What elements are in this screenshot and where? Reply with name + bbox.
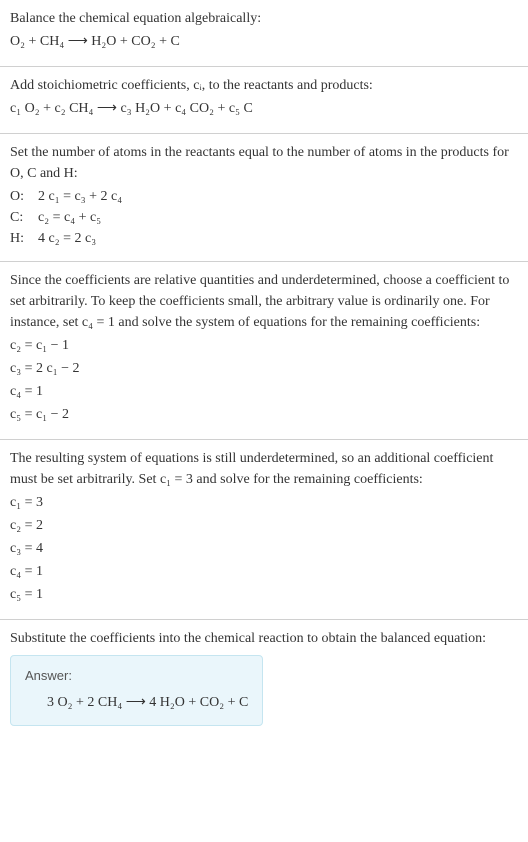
solve2-text: The resulting system of equations is sti… xyxy=(10,448,518,490)
solve2-l2: c₂ = 2 xyxy=(10,515,518,536)
section-solve1: Since the coefficients are relative quan… xyxy=(0,262,528,440)
solve2-l5: c₅ = 1 xyxy=(10,584,518,605)
section-answer: Substitute the coefficients into the che… xyxy=(0,620,528,738)
solve2-l3: c₃ = 4 xyxy=(10,538,518,559)
answer-text: Substitute the coefficients into the che… xyxy=(10,628,518,649)
solve1-l4: c₅ = c₁ − 2 xyxy=(10,404,518,425)
atom-label-h: H: xyxy=(10,228,38,249)
section-atoms: Set the number of atoms in the reactants… xyxy=(0,134,528,262)
answer-equation: 3 O₂ + 2 CH₄ ⟶ 4 H₂O + CO₂ + C xyxy=(25,692,248,713)
atom-eq-h: 4 c₂ = 2 c₃ xyxy=(38,228,96,249)
section-intro: Balance the chemical equation algebraica… xyxy=(0,0,528,67)
solve1-l1: c₂ = c₁ − 1 xyxy=(10,335,518,356)
atom-label-c: C: xyxy=(10,207,38,228)
solve1-text: Since the coefficients are relative quan… xyxy=(10,270,518,333)
answer-box: Answer: 3 O₂ + 2 CH₄ ⟶ 4 H₂O + CO₂ + C xyxy=(10,655,263,726)
atom-label-o: O: xyxy=(10,186,38,207)
atom-eq-c: c₂ = c₄ + c₅ xyxy=(38,207,101,228)
section-coefficients: Add stoichiometric coefficients, cᵢ, to … xyxy=(0,67,528,134)
atoms-text: Set the number of atoms in the reactants… xyxy=(10,142,518,184)
atom-row-h: H: 4 c₂ = 2 c₃ xyxy=(10,228,518,249)
coeff-equation: c₁ O₂ + c₂ CH₄ ⟶ c₃ H₂O + c₄ CO₂ + c₅ C xyxy=(10,98,518,119)
intro-text: Balance the chemical equation algebraica… xyxy=(10,8,518,29)
solve1-l3: c₄ = 1 xyxy=(10,381,518,402)
atom-row-o: O: 2 c₁ = c₃ + 2 c₄ xyxy=(10,186,518,207)
solve2-l1: c₁ = 3 xyxy=(10,492,518,513)
coeff-text: Add stoichiometric coefficients, cᵢ, to … xyxy=(10,75,518,96)
atom-row-c: C: c₂ = c₄ + c₅ xyxy=(10,207,518,228)
solve1-l2: c₃ = 2 c₁ − 2 xyxy=(10,358,518,379)
section-solve2: The resulting system of equations is sti… xyxy=(0,440,528,620)
solve2-l4: c₄ = 1 xyxy=(10,561,518,582)
answer-label: Answer: xyxy=(25,666,248,686)
atom-eq-o: 2 c₁ = c₃ + 2 c₄ xyxy=(38,186,122,207)
atoms-table: O: 2 c₁ = c₃ + 2 c₄ C: c₂ = c₄ + c₅ H: 4… xyxy=(10,186,518,249)
intro-equation: O₂ + CH₄ ⟶ H₂O + CO₂ + C xyxy=(10,31,518,52)
